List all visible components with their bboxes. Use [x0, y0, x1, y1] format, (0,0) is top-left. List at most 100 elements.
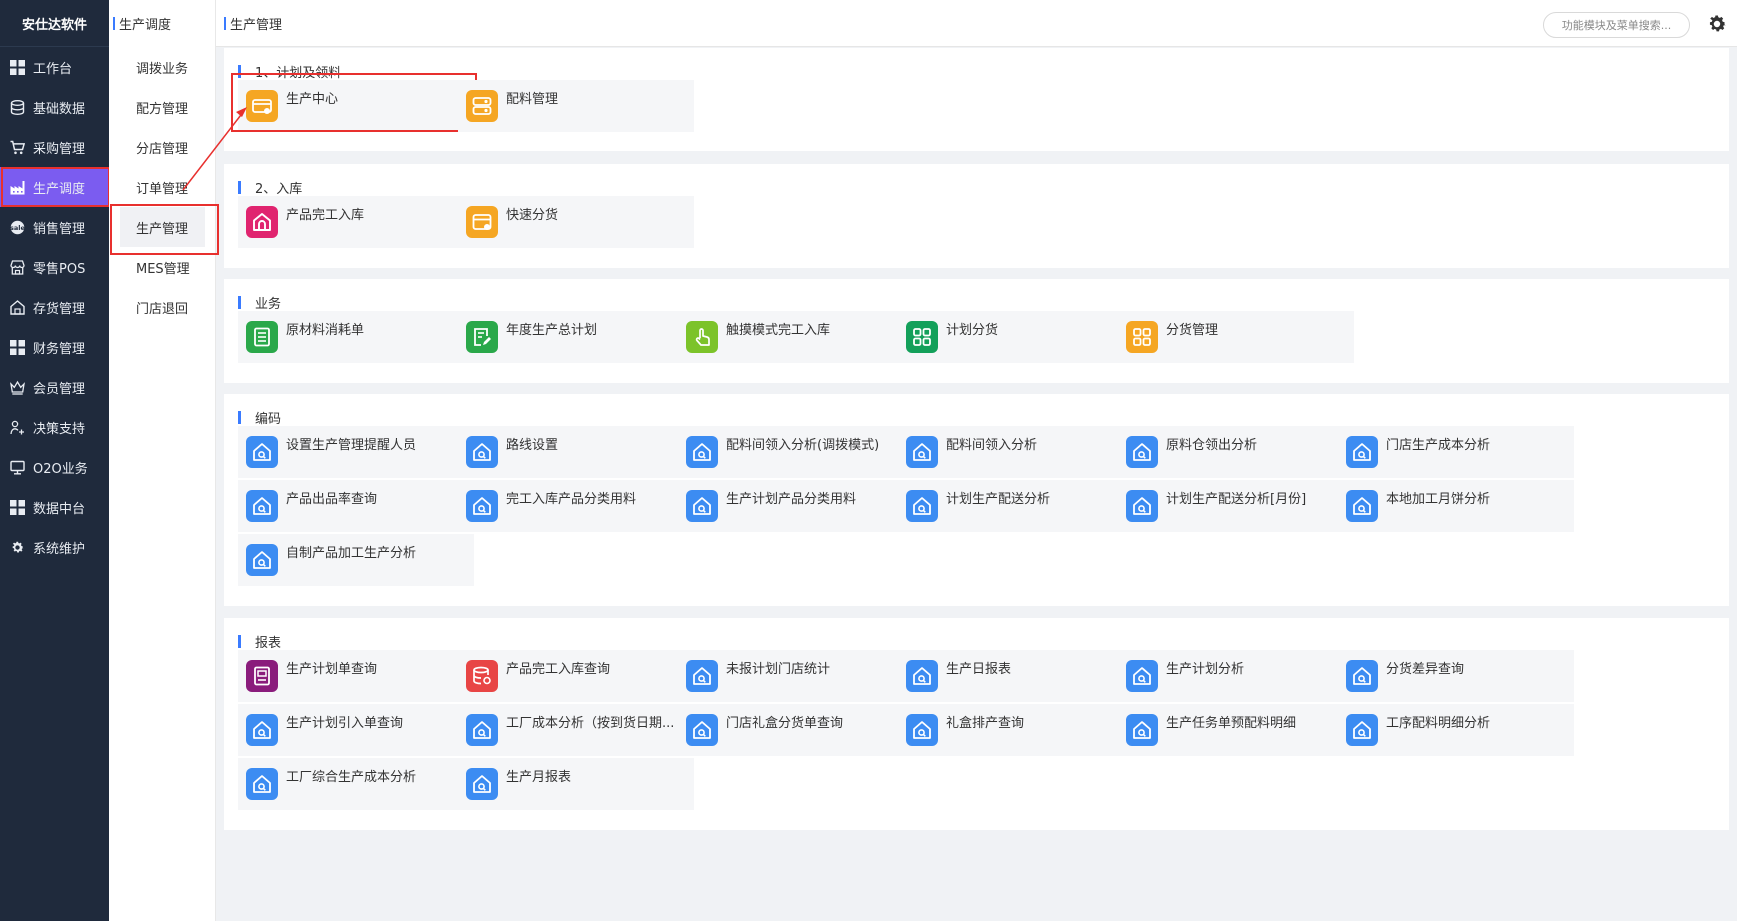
submenu-item[interactable]: MES管理 [109, 247, 215, 287]
module-card[interactable]: 原料仓领出分析 [1118, 426, 1354, 478]
section-title-text: 2、入库 [255, 182, 303, 197]
module-card[interactable]: 产品完工入库查询 [458, 650, 694, 702]
module-card[interactable]: 门店生产成本分析 [1338, 426, 1574, 478]
decision-icon [9, 419, 26, 436]
sidebar-item[interactable]: O2O业务 [0, 447, 109, 487]
tab-production-management[interactable]: 生产管理 [230, 14, 282, 33]
monitor-icon [9, 459, 26, 476]
sidebar-item-label: 采购管理 [33, 141, 86, 157]
module-card-label: 计划生产配送分析[月份] [1166, 492, 1307, 507]
module-card[interactable]: 配料管理 [458, 80, 694, 132]
module-card-label: 分货差异查询 [1386, 662, 1465, 677]
module-card[interactable]: 路线设置 [458, 426, 694, 478]
module-card[interactable]: 生产任务单预配料明细 [1118, 704, 1354, 756]
module-card[interactable]: 生产日报表 [898, 650, 1134, 702]
module-card[interactable]: 生产中心 [231, 73, 477, 132]
sidebar-item[interactable]: 零售POS [0, 247, 109, 287]
module-card[interactable]: 未报计划门店统计 [678, 650, 914, 702]
module-card-label: 工序配料明细分析 [1386, 716, 1491, 731]
section-title: 1、计划及领料 [238, 62, 341, 81]
main-content: 1、计划及领料 生产中心 配料管理 2、入库 产品完工入库 快速分货 业务 原材料消耗单 年度生… [216, 48, 1737, 921]
module-card[interactable]: 分货管理 [1118, 311, 1354, 363]
module-card[interactable]: 年度生产总计划 [458, 311, 694, 363]
module-card[interactable]: 生产计划引入单查询 [238, 704, 474, 756]
module-card[interactable]: 配料间领入分析 [898, 426, 1134, 478]
section-accent-bar [238, 635, 241, 648]
sidebar-item-label: 零售POS [33, 261, 86, 277]
module-card-label: 分货管理 [1166, 323, 1219, 338]
module-card[interactable]: 礼盒排产查询 [898, 704, 1134, 756]
module-card[interactable]: 本地加工月饼分析 [1338, 480, 1574, 532]
module-card[interactable]: 原材料消耗单 [238, 311, 474, 363]
sidebar-item[interactable]: 采购管理 [0, 127, 109, 167]
crown-icon [9, 379, 26, 396]
module-card[interactable]: 产品出品率查询 [238, 480, 474, 532]
house-search-icon [686, 436, 718, 468]
sidebar-item-label: 系统维护 [33, 541, 86, 557]
sidebar-item[interactable]: 工作台 [0, 47, 109, 87]
module-card[interactable]: 门店礼盒分货单查询 [678, 704, 914, 756]
module-card[interactable]: 生产计划分析 [1118, 650, 1354, 702]
section-title-text: 报表 [255, 636, 282, 651]
sidebar-item[interactable]: 决策支持 [0, 407, 109, 447]
module-card[interactable]: 触摸模式完工入库 [678, 311, 914, 363]
house-search-icon [246, 544, 278, 576]
sidebar-item[interactable]: 财务管理 [0, 327, 109, 367]
sidebar-item[interactable]: 系统维护 [0, 527, 109, 567]
sidebar-item[interactable]: 数据中台 [0, 487, 109, 527]
submenu-item[interactable]: 门店退回 [109, 287, 215, 327]
sidebar-item-label: 存货管理 [33, 301, 86, 317]
submenu-item[interactable]: 调拨业务 [109, 47, 215, 87]
module-card-label: 配料间领入分析 [946, 438, 1038, 453]
module-card[interactable]: 自制产品加工生产分析 [238, 534, 474, 586]
module-card-label: 产品完工入库 [286, 208, 365, 223]
submenu-item[interactable]: 订单管理 [109, 167, 215, 207]
house-search-icon [906, 660, 938, 692]
module-card-label: 门店生产成本分析 [1386, 438, 1491, 453]
section-accent-bar [238, 296, 241, 309]
ingredient-icon [466, 90, 498, 122]
module-card-label: 生产计划单查询 [286, 662, 378, 677]
module-card[interactable]: 工序配料明细分析 [1338, 704, 1574, 756]
module-card[interactable]: 工厂综合生产成本分析 [238, 758, 474, 810]
sidebar-item[interactable]: sale 销售管理 [0, 207, 109, 247]
menu-search-input[interactable]: 功能模块及菜单搜索... [1543, 12, 1690, 38]
house-search-icon [466, 436, 498, 468]
warehouse-icon [9, 299, 26, 316]
module-card[interactable]: 配料间领入分析(调拨模式) [678, 426, 914, 478]
sidebar-item[interactable]: 存货管理 [0, 287, 109, 327]
sale-icon: sale [9, 219, 26, 236]
submenu-item-label: 调拨业务 [136, 61, 189, 77]
module-card[interactable]: 生产计划单查询 [238, 650, 474, 702]
section-title-text: 1、计划及领料 [255, 66, 342, 81]
module-section: 编码 设置生产管理提醒人员 路线设置 配料间领入分析(调拨模式) 配料间领入分析 原料仓领… [224, 394, 1729, 606]
module-card[interactable]: 计划生产配送分析 [898, 480, 1134, 532]
module-card[interactable]: 设置生产管理提醒人员 [238, 426, 474, 478]
house-search-icon [906, 714, 938, 746]
module-card-label: 产品出品率查询 [286, 492, 378, 507]
house-search-icon [1346, 660, 1378, 692]
module-card[interactable]: 分货差异查询 [1338, 650, 1574, 702]
module-card-label: 设置生产管理提醒人员 [286, 438, 417, 453]
module-card[interactable]: 生产计划产品分类用料 [678, 480, 914, 532]
module-card[interactable]: 快速分货 [458, 196, 694, 248]
module-card[interactable]: 完工入库产品分类用料 [458, 480, 694, 532]
module-card[interactable]: 产品完工入库 [238, 196, 474, 248]
module-card[interactable]: 计划分货 [898, 311, 1134, 363]
submenu-item[interactable]: 生产管理 [110, 204, 219, 255]
module-card[interactable]: 计划生产配送分析[月份] [1118, 480, 1354, 532]
submenu-item[interactable]: 分店管理 [109, 127, 215, 167]
module-card[interactable]: 生产月报表 [458, 758, 694, 810]
sidebar-item[interactable]: 基础数据 [0, 87, 109, 127]
sidebar-item[interactable]: 会员管理 [0, 367, 109, 407]
section-accent-bar [238, 65, 241, 78]
module-card-label: 工厂成本分析（按到货日期... [506, 716, 675, 731]
module-card[interactable]: 工厂成本分析（按到货日期... [458, 704, 694, 756]
settings-gear-icon[interactable] [1706, 13, 1728, 35]
app-root: 安仕达软件 工作台 基础数据 采购管理 生产调度 sale 销售管理 零售POS 存货管理 财务… [0, 0, 1737, 921]
submenu-item[interactable]: 配方管理 [109, 87, 215, 127]
house-search-icon [1346, 490, 1378, 522]
module-card-label: 触摸模式完工入库 [726, 323, 831, 338]
sidebar-item[interactable]: 生产调度 [0, 167, 110, 207]
module-card-label: 原料仓领出分析 [1166, 438, 1258, 453]
